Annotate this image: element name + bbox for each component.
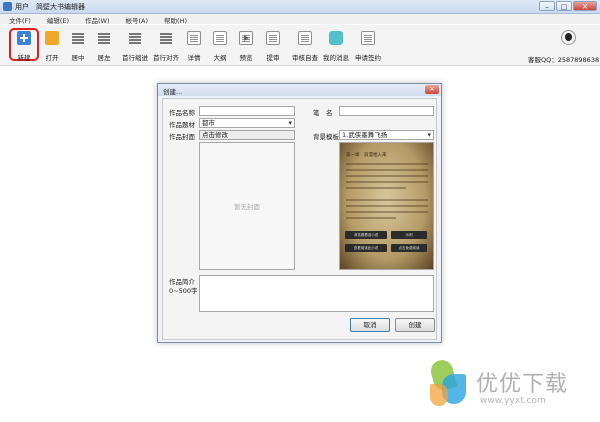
template-value: 1.武侠墨舞飞扬 [342,131,388,139]
pen-name-input[interactable] [339,106,434,116]
preview-button-read: 浏览看看话小说 [345,231,387,239]
submit-button[interactable]: 提审 [259,28,287,62]
self-check-icon [298,31,312,45]
message-icon [329,31,343,45]
menu-work[interactable]: 作品(W) [76,14,117,25]
dialog-body: 作品名称 作品题材 都市 作品封面 点击修改 暂无封面 笔 名 背景模板 1.武… [162,98,437,340]
work-genre-label: 作品题材 [169,121,195,129]
dialog-close-icon[interactable]: ✕ [425,85,439,94]
maximize-button[interactable]: □ [556,1,572,11]
cover-placeholder: 暂无封面 [234,203,260,211]
align-left-button[interactable]: 居左 [90,28,118,62]
folder-icon [45,31,59,45]
window-controls: – □ ✕ [539,1,597,11]
work-name-label: 作品名称 [169,109,195,117]
preview-chapter-title: 第一章 浪漫相入来 [346,153,387,158]
dialog-title: 创建... [163,88,183,96]
minimize-button[interactable]: – [539,1,555,11]
create-button[interactable]: 创建 [395,318,435,332]
change-cover-button[interactable]: 点击修改 [199,130,295,140]
template-select[interactable]: 1.武侠墨舞飞扬 [339,130,434,140]
synopsis-textarea[interactable] [199,275,434,312]
dialog-title-bar: 创建... ✕ [158,84,441,96]
toolbar: 新建 打开 居中 居左 首行缩进 首行对齐 详情 大纲 预览 提审 审核自查 我… [0,25,600,66]
menu-account[interactable]: 帐号(A) [117,14,156,25]
bg-template-label: 背景模板 [313,133,339,141]
align-left-icon [97,31,111,45]
watermark-url: www.yyxt.com [480,396,546,406]
menu-bar: 文件(F) 编辑(E) 作品(W) 帐号(A) 帮助(H) [0,14,600,25]
preview-text-line [346,205,428,207]
contract-icon [361,31,375,45]
align-icon [159,31,173,45]
app-icon [3,2,12,11]
menu-edit[interactable]: 编辑(E) [38,14,76,25]
synopsis-limit: 0~500字 [169,287,198,295]
outline-icon [213,31,227,45]
preview-icon [239,31,253,45]
preview-text-line [346,181,428,183]
template-preview: 第一章 浪漫相入来 浏览看看话小说 示例 查看阅读此小说 点击免费阅读 [339,142,434,270]
watermark-logo-icon [424,357,470,410]
create-dialog: 创建... ✕ 作品名称 作品题材 都市 作品封面 点击修改 暂无封面 笔 名 … [157,83,442,343]
window-title: 简壁大书编辑器 [36,3,85,11]
preview-button-view: 查看阅读此小说 [345,244,387,252]
preview-text-line [346,169,428,171]
preview-button-sample: 示例 [391,231,427,239]
align-center-icon [71,31,85,45]
preview-text-line [346,187,406,189]
support-qq: 客服QQ：2587898638 [528,56,600,64]
close-button[interactable]: ✕ [573,1,597,11]
work-cover-label: 作品封面 [169,133,195,141]
new-icon [17,31,31,45]
indent-button[interactable]: 首行缩进 [121,28,149,62]
watermark-text: 优优下载 [476,372,569,397]
preview-text-line [346,163,428,165]
cover-image-area[interactable]: 暂无封面 [199,142,295,270]
indent-icon [128,31,142,45]
work-name-input[interactable] [199,106,295,116]
preview-text-line [346,211,428,213]
contract-label: 申请签约 [355,54,381,62]
details-icon [187,31,201,45]
genre-select[interactable]: 都市 [199,118,295,128]
submit-icon [266,31,280,45]
genre-value: 都市 [202,119,215,127]
avatar[interactable] [561,30,576,45]
preview-text-line [346,175,428,177]
contract-button[interactable]: 申请签约 [354,28,382,62]
cancel-button[interactable]: 取消 [350,318,390,332]
self-check-button[interactable]: 审核自查 [291,28,319,62]
title-bar: 用户 简壁大书编辑器 – □ ✕ [0,0,600,14]
messages-button[interactable]: 我的消息 [322,28,350,62]
preview-text-line [346,199,428,201]
title-user: 用户 [15,3,29,11]
pen-name-label: 笔 名 [313,109,333,117]
app-window: 用户 简壁大书编辑器 – □ ✕ 文件(F) 编辑(E) 作品(W) 帐号(A)… [0,0,600,422]
menu-help[interactable]: 帮助(H) [155,14,194,25]
preview-text-line [346,217,396,219]
menu-file[interactable]: 文件(F) [0,14,38,25]
preview-button-free: 点击免费阅读 [391,244,427,252]
